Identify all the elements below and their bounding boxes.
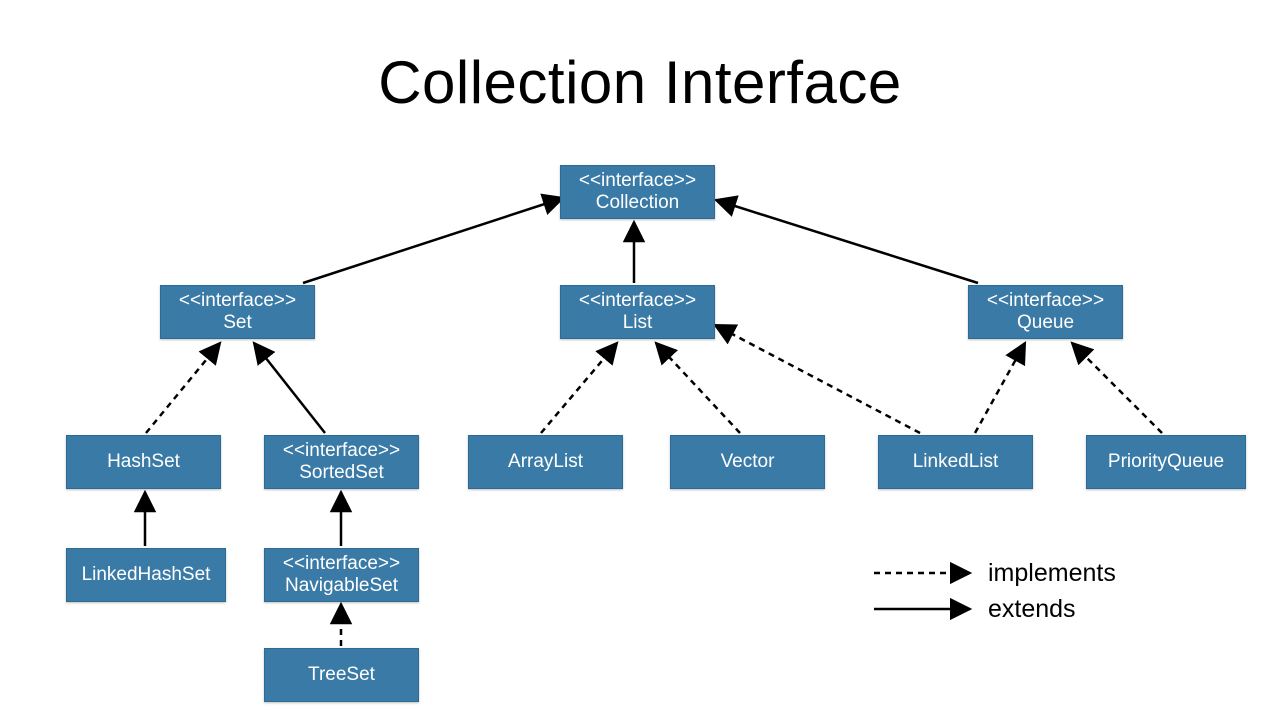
node-queue: <<interface>> Queue — [968, 285, 1123, 339]
legend-arrow-dashed-icon — [870, 555, 980, 591]
node-arraylist: ArrayList — [468, 435, 623, 489]
node-collection: <<interface>> Collection — [560, 165, 715, 219]
node-label: TreeSet — [308, 664, 375, 686]
stereotype-label: <<interface>> — [283, 440, 400, 462]
legend-arrow-solid-icon — [870, 591, 980, 627]
stereotype-label: <<interface>> — [579, 170, 696, 192]
node-hashset: HashSet — [66, 435, 221, 489]
node-label: SortedSet — [299, 462, 384, 484]
stereotype-label: <<interface>> — [987, 290, 1104, 312]
node-label: Queue — [1017, 312, 1074, 334]
page-title: Collection Interface — [0, 48, 1280, 117]
node-sortedset: <<interface>> SortedSet — [264, 435, 419, 489]
legend-implements: implements — [870, 555, 1116, 591]
node-set: <<interface>> Set — [160, 285, 315, 339]
node-label: Collection — [596, 192, 679, 214]
node-label: HashSet — [107, 451, 180, 473]
node-label: LinkedList — [913, 451, 999, 473]
node-linkedlist: LinkedList — [878, 435, 1033, 489]
node-label: List — [623, 312, 653, 334]
node-label: LinkedHashSet — [82, 564, 211, 586]
node-list: <<interface>> List — [560, 285, 715, 339]
node-label: NavigableSet — [285, 575, 398, 597]
node-treeset: TreeSet — [264, 648, 419, 702]
node-priorityqueue: PriorityQueue — [1086, 435, 1246, 489]
node-label: Vector — [721, 451, 775, 473]
legend-label-implements: implements — [988, 559, 1116, 588]
node-label: ArrayList — [508, 451, 583, 473]
node-navigableset: <<interface>> NavigableSet — [264, 548, 419, 602]
stereotype-label: <<interface>> — [283, 553, 400, 575]
stereotype-label: <<interface>> — [579, 290, 696, 312]
node-vector: Vector — [670, 435, 825, 489]
legend-extends: extends — [870, 591, 1116, 627]
stereotype-label: <<interface>> — [179, 290, 296, 312]
node-label: Set — [223, 312, 252, 334]
node-linkedhashset: LinkedHashSet — [66, 548, 226, 602]
node-label: PriorityQueue — [1108, 451, 1224, 473]
legend: implements extends — [870, 555, 1116, 627]
legend-label-extends: extends — [988, 595, 1076, 624]
